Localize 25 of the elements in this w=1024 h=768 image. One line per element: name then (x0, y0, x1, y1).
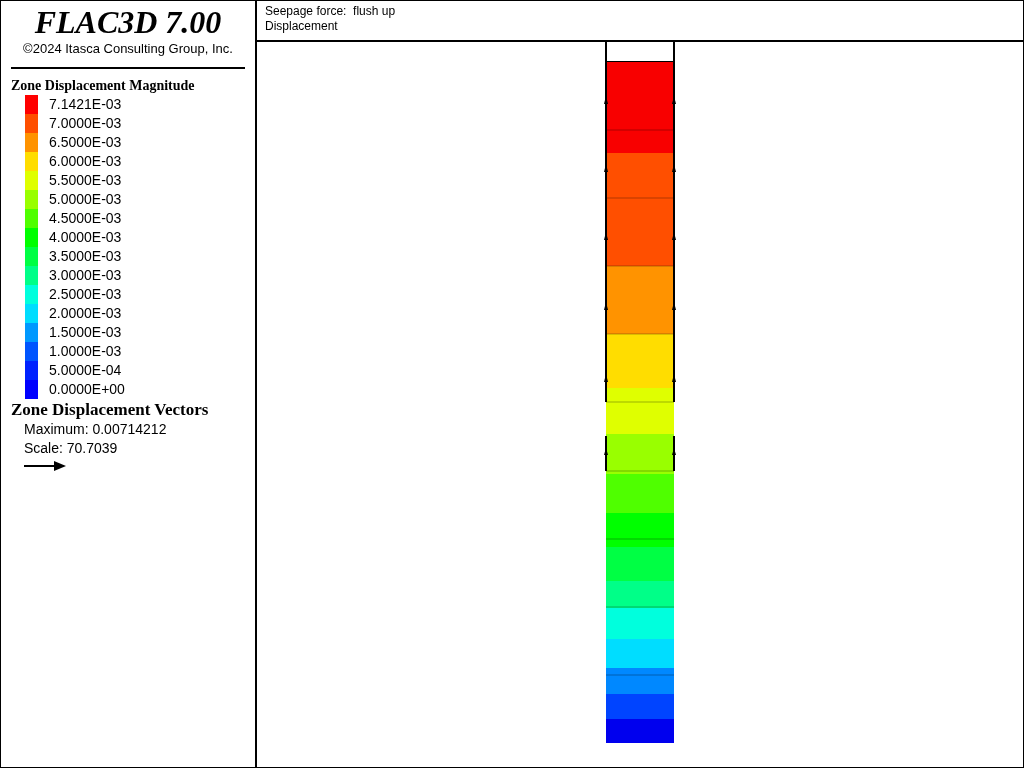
legend-label: 7.1421E-03 (49, 95, 122, 114)
copyright-text: ©2024 Itasca Consulting Group, Inc. (23, 41, 233, 57)
legend-label: 0.0000E+00 (49, 380, 125, 399)
legend-label: 4.0000E-03 (49, 228, 122, 247)
legend-label: 2.0000E-03 (49, 304, 122, 323)
legend-label: 5.0000E-04 (49, 361, 122, 380)
maximum-text: Maximum: 0.00714212 (24, 420, 167, 439)
legend-label: 3.0000E-03 (49, 266, 122, 285)
header-text: Seepage force: flush up (265, 4, 396, 19)
legend-label: 2.5000E-03 (49, 285, 122, 304)
legend-title: Zone Displacement Vectors (11, 400, 209, 420)
legend-label: 6.0000E-03 (49, 152, 122, 171)
legend-label: 5.0000E-03 (49, 190, 122, 209)
vector-arrow-icon (24, 460, 66, 472)
legend-label: 7.0000E-03 (49, 114, 122, 133)
scale-text: Scale: 70.7039 (24, 439, 118, 458)
legend-label: 3.5000E-03 (49, 247, 122, 266)
legend-title: Zone Displacement Magnitude (11, 78, 195, 94)
header-text: Displacement (265, 19, 338, 34)
legend-label: 6.5000E-03 (49, 133, 122, 152)
legend-label: 1.5000E-03 (49, 323, 122, 342)
legend-label: 4.5000E-03 (49, 209, 122, 228)
app-title: FLAC3D 7.00 (34, 4, 222, 40)
legend-label: 1.0000E-03 (49, 342, 122, 361)
legend-label: 5.5000E-03 (49, 171, 122, 190)
